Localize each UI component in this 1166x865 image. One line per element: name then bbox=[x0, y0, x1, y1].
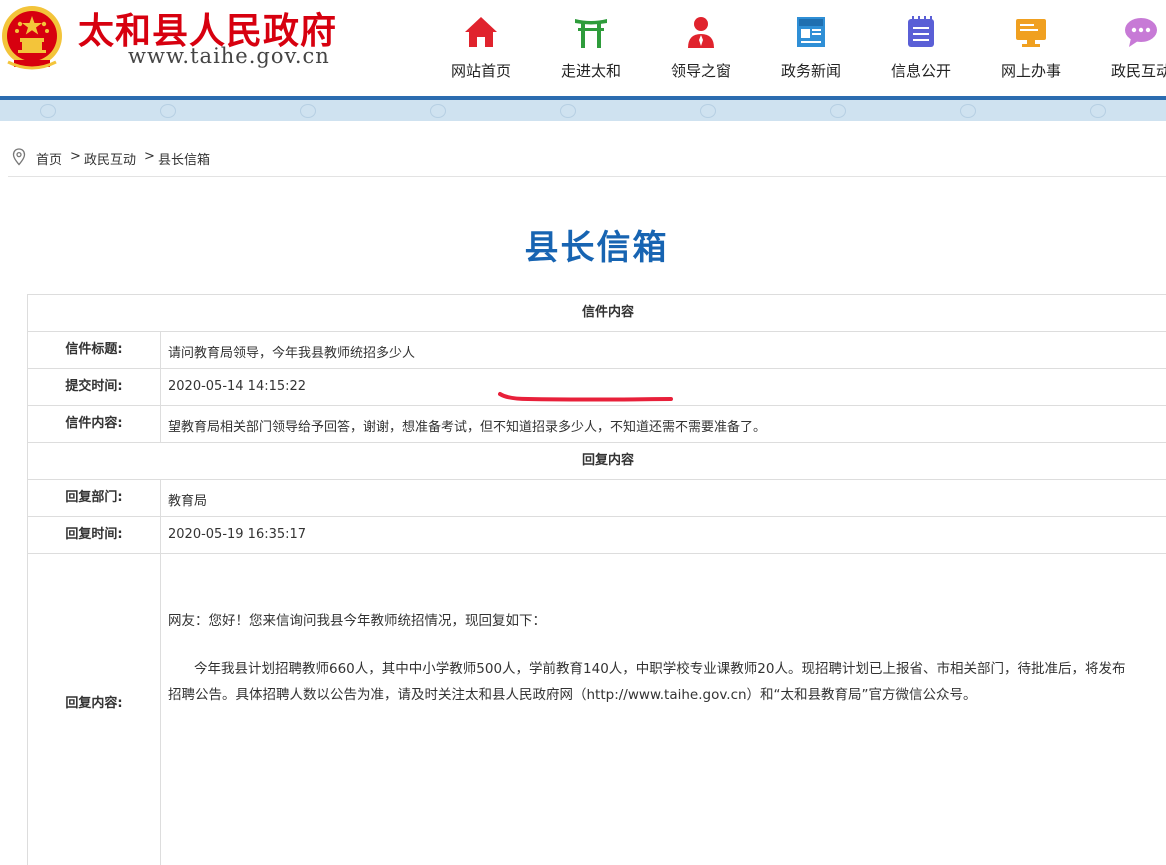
nav-item-home[interactable]: 网站首页 bbox=[426, 0, 536, 96]
letter-title-label: 信件标题: bbox=[28, 332, 161, 368]
reply-section-header: 回复内容 bbox=[28, 443, 1166, 480]
page-title: 县长信箱 bbox=[524, 228, 669, 268]
reply-department-label: 回复部门: bbox=[28, 480, 161, 516]
reply-department-value: 教育局 bbox=[168, 494, 208, 509]
nav-item-interaction[interactable]: 政民互动 bbox=[1086, 0, 1166, 96]
site-header: 太和县人民政府 www.taihe.gov.cn 网站首页 走进太和 领导之窗 … bbox=[0, 0, 1166, 96]
nav-label: 政务新闻 bbox=[780, 62, 841, 80]
nav-item-news[interactable]: 政务新闻 bbox=[756, 0, 866, 96]
home-icon bbox=[465, 17, 497, 47]
breadcrumb-home[interactable]: 首页 bbox=[36, 149, 62, 168]
news-icon bbox=[797, 17, 825, 47]
reply-body-line-1: 今年我县计划招聘教师660人，其中中小学教师500人，学前教育140人，中职学校… bbox=[194, 661, 1126, 677]
nav-item-info-disclosure[interactable]: 信息公开 bbox=[866, 0, 976, 96]
nav-item-leaders[interactable]: 领导之窗 bbox=[646, 0, 756, 96]
letter-content-value: 望教育局相关部门领导给予回答，谢谢，想准备考试，但不知道招录多少人，不知道还需不… bbox=[168, 420, 767, 435]
nav-label: 网站首页 bbox=[450, 62, 511, 80]
letter-table: 信件内容 信件标题: 请问教育局领导，今年我县教师统招多少人 提交时间: 202… bbox=[27, 294, 1166, 865]
nav-item-about[interactable]: 走进太和 bbox=[536, 0, 646, 96]
submit-time-value: 2020-05-14 14:15:22 bbox=[168, 379, 307, 394]
reply-content-label: 回复内容: bbox=[28, 554, 161, 865]
breadcrumb-current: 县长信箱 bbox=[158, 153, 211, 168]
chat-icon bbox=[1125, 18, 1157, 47]
breadcrumb-divider bbox=[8, 176, 1166, 177]
table-row: 回复部门: 教育局 bbox=[28, 480, 1166, 517]
nav-label: 走进太和 bbox=[560, 62, 621, 80]
breadcrumb-separator: > bbox=[70, 149, 81, 164]
letter-title-value: 请问教育局领导，今年我县教师统招多少人 bbox=[168, 346, 416, 361]
reply-body-line-2: 招聘公告。具体招聘人数以公告为准，请及时关注太和县人民政府网（http://ww… bbox=[168, 687, 977, 703]
nav-label: 政民互动 bbox=[1110, 62, 1166, 80]
reply-time-value: 2020-05-19 16:35:17 bbox=[168, 527, 307, 542]
main-nav: 网站首页 走进太和 领导之窗 政务新闻 信息公开 网上办事 政民互动 bbox=[426, 0, 1166, 96]
table-row: 信件标题: 请问教育局领导，今年我县教师统招多少人 bbox=[28, 332, 1166, 369]
table-row: 回复时间: 2020-05-19 16:35:17 bbox=[28, 517, 1166, 554]
gate-icon bbox=[575, 19, 607, 48]
leader-icon bbox=[688, 17, 714, 48]
table-row: 提交时间: 2020-05-14 14:15:22 bbox=[28, 369, 1166, 406]
letter-section-header: 信件内容 bbox=[28, 295, 1166, 332]
nav-label: 领导之窗 bbox=[670, 62, 731, 80]
national-emblem-icon bbox=[2, 6, 62, 70]
decorative-banner bbox=[0, 100, 1166, 121]
reply-greeting: 网友：您好！您来信询问我县今年教师统招情况，现回复如下： bbox=[168, 613, 546, 629]
letter-content-label: 信件内容: bbox=[28, 406, 161, 442]
breadcrumb-interaction[interactable]: 政民互动 bbox=[84, 149, 136, 168]
computer-icon bbox=[1016, 19, 1046, 47]
breadcrumb-separator: > bbox=[144, 149, 155, 164]
location-pin-icon bbox=[12, 148, 26, 166]
table-row: 回复内容: 网友：您好！您来信询问我县今年教师统招情况，现回复如下： 今年我县计… bbox=[28, 554, 1166, 865]
nav-label: 网上办事 bbox=[1000, 62, 1061, 80]
reply-time-label: 回复时间: bbox=[28, 517, 161, 553]
nav-label: 信息公开 bbox=[890, 62, 951, 80]
notebook-icon bbox=[908, 16, 934, 47]
submit-time-label: 提交时间: bbox=[28, 369, 161, 405]
table-row: 信件内容: 望教育局相关部门领导给予回答，谢谢，想准备考试，但不知道招录多少人，… bbox=[28, 406, 1166, 443]
nav-item-online-services[interactable]: 网上办事 bbox=[976, 0, 1086, 96]
site-url: www.taihe.gov.cn bbox=[128, 44, 330, 68]
